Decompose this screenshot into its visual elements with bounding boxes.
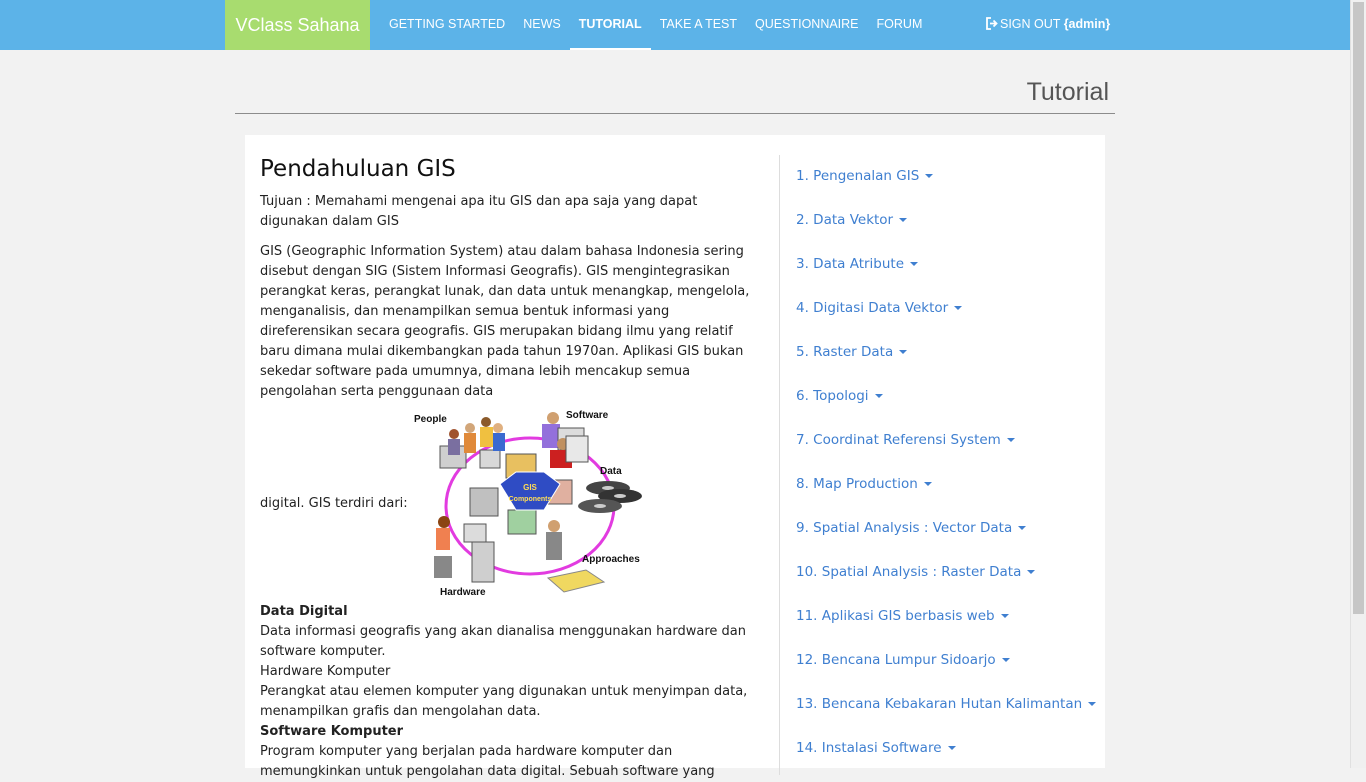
article-intro: GIS (Geographic Information System) atau… — [260, 244, 750, 399]
current-user: {admin} — [1063, 17, 1111, 31]
data-digital-title: Data Digital — [260, 604, 348, 619]
caret-down-icon — [899, 350, 908, 354]
caret-down-icon — [910, 262, 919, 266]
article-heading: Pendahuluan GIS — [260, 156, 456, 182]
toc-item-label: 5. Raster Data — [796, 344, 894, 360]
toc-item-label: 12. Bencana Lumpur Sidoarjo — [796, 652, 996, 668]
caret-down-icon — [954, 306, 963, 310]
figure-row: digital. GIS terdiri dari: People Softwa… — [260, 402, 760, 602]
toc-item-instalasi-software[interactable]: 14. Instalasi Software — [796, 733, 1096, 777]
caret-down-icon — [1001, 658, 1010, 662]
toc-item-raster-data[interactable]: 5. Raster Data — [796, 337, 1096, 381]
caret-down-icon — [923, 482, 932, 486]
main-nav: GETTING STARTED NEWS TUTORIAL TAKE A TES… — [380, 0, 931, 50]
caret-down-icon — [1088, 702, 1097, 706]
toc-item-kebakaran-hutan[interactable]: 13. Bencana Kebakaran Hutan Kalimantan — [796, 689, 1097, 733]
page-scrollbar[interactable] — [1350, 0, 1366, 768]
tutorial-menu: 1. Pengenalan GIS 2. Data Vektor 3. Data… — [796, 161, 1097, 777]
caret-down-icon — [925, 174, 934, 178]
toc-item-label: 6. Topologi — [796, 388, 869, 404]
toc-item-label: 10. Spatial Analysis : Raster Data — [796, 564, 1022, 580]
content-panel: Pendahuluan GIS Tujuan : Memahami mengen… — [245, 135, 1105, 779]
sign-out-icon — [986, 17, 998, 30]
nav-take-a-test[interactable]: TAKE A TEST — [651, 0, 746, 50]
toc-item-label: 9. Spatial Analysis : Vector Data — [796, 520, 1013, 536]
people-illustration — [439, 417, 505, 469]
toc-item-map-production[interactable]: 8. Map Production — [796, 469, 1096, 513]
nav-questionnaire[interactable]: QUESTIONNAIRE — [746, 0, 868, 50]
toc-item-data-atribute[interactable]: 3. Data Atribute — [796, 249, 1096, 293]
data-digital-text: Data informasi geografis yang akan diana… — [260, 624, 747, 659]
nav-tutorial[interactable]: TUTORIAL — [569, 0, 651, 50]
brand-logo[interactable]: VClass Sahana — [225, 0, 370, 50]
sign-out-label: SIGN OUT — [1000, 17, 1061, 31]
caret-down-icon — [947, 746, 956, 750]
toc-item-label: 2. Data Vektor — [796, 212, 894, 228]
article-goal: Tujuan : Memahami mengenai apa itu GIS d… — [260, 194, 698, 229]
toc-item-label: 4. Digitasi Data Vektor — [796, 300, 949, 316]
toc-item-spatial-analysis-vector[interactable]: 9. Spatial Analysis : Vector Data — [796, 513, 1096, 557]
caret-down-icon — [1006, 438, 1015, 442]
toc-item-label: 3. Data Atribute — [796, 256, 905, 272]
approaches-label: Approaches — [582, 554, 640, 565]
toc-item-label: 1. Pengenalan GIS — [796, 168, 920, 184]
software-text: Program komputer yang berjalan pada hard… — [260, 744, 715, 779]
data-disks-illustration — [578, 481, 642, 513]
toc-item-lumpur-sidoarjo[interactable]: 12. Bencana Lumpur Sidoarjo — [796, 645, 1096, 689]
toc-item-spatial-analysis-raster[interactable]: 10. Spatial Analysis : Raster Data — [796, 557, 1096, 601]
page-title: Tutorial — [235, 72, 1115, 114]
figure-caption: digital. GIS terdiri dari: — [260, 496, 408, 511]
gis-components-diagram: People Software Data Approaches Hardware… — [414, 410, 642, 598]
top-navbar: VClass Sahana GETTING STARTED NEWS TUTOR… — [0, 0, 1350, 50]
people-label: People — [414, 414, 447, 425]
toc-item-label: 8. Map Production — [796, 476, 918, 492]
scrollbar-thumb[interactable] — [1353, 2, 1364, 614]
caret-down-icon — [1000, 614, 1009, 618]
caret-down-icon — [1027, 570, 1036, 574]
toc-item-coordinat-referensi-system[interactable]: 7. Coordinat Referensi System — [796, 425, 1096, 469]
hardware-title: Hardware Komputer — [260, 664, 391, 679]
center-label-components: Components — [509, 496, 552, 503]
hardware-text: Perangkat atau elemen komputer yang digu… — [260, 684, 748, 719]
caret-down-icon — [1018, 526, 1027, 530]
toc-item-label: 11. Aplikasi GIS berbasis web — [796, 608, 995, 624]
software-title: Software Komputer — [260, 724, 404, 739]
nav-news[interactable]: NEWS — [514, 0, 570, 50]
toc-item-aplikasi-gis-web[interactable]: 11. Aplikasi GIS berbasis web — [796, 601, 1096, 645]
article: Pendahuluan GIS Tujuan : Memahami mengen… — [260, 155, 760, 782]
toc-item-topologi[interactable]: 6. Topologi — [796, 381, 1096, 425]
data-label: Data — [600, 466, 622, 477]
toc-item-label: 14. Instalasi Software — [796, 740, 942, 756]
software-label: Software — [566, 410, 609, 421]
toc-item-pengenalan-gis[interactable]: 1. Pengenalan GIS — [796, 161, 1096, 205]
hardware-label: Hardware — [440, 587, 486, 598]
column-divider — [779, 155, 780, 775]
caret-down-icon — [874, 394, 883, 398]
toc-item-digitasi-data-vektor[interactable]: 4. Digitasi Data Vektor — [796, 293, 1096, 337]
nav-forum[interactable]: FORUM — [868, 0, 932, 50]
caret-down-icon — [899, 218, 908, 222]
toc-item-data-vektor[interactable]: 2. Data Vektor — [796, 205, 1096, 249]
toc-item-label: 13. Bencana Kebakaran Hutan Kalimantan — [796, 696, 1083, 712]
nav-getting-started[interactable]: GETTING STARTED — [380, 0, 514, 50]
toc-item-label: 7. Coordinat Referensi System — [796, 432, 1001, 448]
center-label-gis: GIS — [523, 483, 537, 492]
sign-out-button[interactable]: SIGN OUT {admin} — [985, 0, 1110, 50]
